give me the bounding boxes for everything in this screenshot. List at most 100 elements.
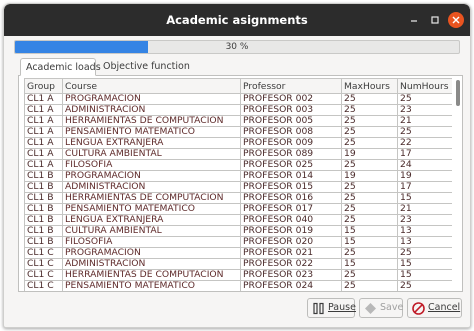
cell-maxhours: 25: [341, 159, 398, 171]
cell-group: CL1 A: [24, 159, 63, 171]
scrollbar-thumb[interactable]: [456, 80, 460, 106]
cell-group: CL1 A: [24, 115, 63, 127]
cell-course: PROGRAMACION: [62, 93, 241, 105]
cell-professor: PROFESOR 023: [240, 269, 342, 281]
cell-maxhours: 25: [341, 181, 398, 193]
close-button[interactable]: [448, 12, 464, 28]
table-row[interactable]: CL1 A FILOSOFIA PROFESOR 025 25 24: [24, 159, 452, 171]
minimize-button[interactable]: [407, 13, 421, 27]
cell-numhours: 23: [397, 104, 452, 116]
cell-maxhours: 25: [341, 137, 398, 149]
progress-label: 30 %: [225, 42, 249, 52]
table-row[interactable]: CL1 B FILOSOFIA PROFESOR 020 15 13: [24, 236, 452, 248]
pause-button[interactable]: Pause: [307, 298, 356, 318]
cell-maxhours: 25: [341, 115, 398, 127]
cell-maxhours: 15: [341, 258, 398, 270]
table-row[interactable]: CL1 B CULTURA AMBIENTAL PROFESOR 019 15 13: [24, 225, 452, 237]
cell-numhours: 24: [397, 159, 452, 171]
table-row[interactable]: CL1 A LENGUA EXTRANJERA PROFESOR 009 25 22: [24, 137, 452, 149]
cell-maxhours: 25: [341, 192, 398, 204]
table-row[interactable]: CL1 B ADMINISTRACION PROFESOR 015 25 17: [24, 181, 452, 193]
cell-maxhours: 25: [341, 214, 398, 226]
cell-group: CL1 C: [24, 247, 63, 259]
save-icon: [365, 303, 376, 314]
cell-maxhours: 25: [341, 104, 398, 116]
cell-numhours: 25: [397, 280, 452, 291]
table-row[interactable]: CL1 B HERRAMIENTAS DE COMPUTACION PROFESOR…: [24, 192, 452, 204]
cell-numhours: 23: [397, 214, 452, 226]
maximize-button[interactable]: [428, 13, 442, 27]
table-row[interactable]: CL1 C ADMINISTRACION PROFESOR 022 15 15: [24, 258, 452, 270]
cell-course: PENSAMIENTO MATEMATICO: [62, 126, 241, 138]
table-row[interactable]: CL1 A PENSAMIENTO MATEMATICO PROFESOR 008 2…: [24, 126, 452, 138]
table-row[interactable]: CL1 B LENGUA EXTRANJERA PROFESOR 040 25 23: [24, 214, 452, 226]
cell-group: CL1 C: [24, 269, 63, 281]
table-body: CL1 A PROGRAMACION PROFESOR 002 25 25 CL1 A AD…: [24, 93, 452, 291]
cell-numhours: 21: [397, 203, 452, 215]
cancel-button-label: Cancel: [428, 302, 461, 313]
minimize-icon: [411, 20, 417, 22]
cell-group: CL1 C: [24, 280, 63, 291]
cell-maxhours: 15: [341, 236, 398, 248]
table-row[interactable]: CL1 C HERRAMIENTAS DE COMPUTACION PROFESOR…: [24, 269, 452, 281]
cell-group: CL1 B: [24, 192, 63, 204]
cell-maxhours: 25: [341, 203, 398, 215]
pause-button-label: Pause: [328, 302, 356, 313]
table-row[interactable]: CL1 C PENSAMIENTO MATEMATICO PROFESOR 024 2…: [24, 280, 452, 291]
title-bar[interactable]: Academic asignments: [4, 4, 470, 36]
cell-course: PENSAMIENTO MATEMATICO: [62, 203, 241, 215]
cell-numhours: 15: [397, 192, 452, 204]
table-row[interactable]: CL1 B PROGRAMACION PROFESOR 014 19 19: [24, 170, 452, 182]
cell-maxhours: 15: [341, 225, 398, 237]
maximize-icon: [431, 16, 439, 24]
cell-numhours: 25: [397, 247, 452, 259]
cell-course: HERRAMIENTAS DE COMPUTACION: [62, 115, 241, 127]
cell-maxhours: 25: [341, 269, 398, 281]
table-row[interactable]: CL1 A HERRAMIENTAS DE COMPUTACION PROFESOR…: [24, 115, 452, 127]
cell-course: HERRAMIENTAS DE COMPUTACION: [62, 192, 241, 204]
pause-icon: [313, 302, 324, 315]
cell-numhours: 25: [397, 126, 452, 138]
cell-maxhours: 25: [341, 247, 398, 259]
cell-professor: PROFESOR 014: [240, 170, 342, 182]
save-button-label: Save: [380, 302, 404, 313]
cell-professor: PROFESOR 016: [240, 192, 342, 204]
table-row[interactable]: CL1 C PROGRAMACION PROFESOR 021 25 25: [24, 247, 452, 259]
cell-professor: PROFESOR 019: [240, 225, 342, 237]
cell-numhours: 15: [397, 258, 452, 270]
cell-course: LENGUA EXTRANJERA: [62, 137, 241, 149]
cell-professor: PROFESOR 017: [240, 203, 342, 215]
cell-group: CL1 B: [24, 203, 63, 215]
cell-maxhours: 25: [341, 93, 398, 105]
tab-objective-function[interactable]: Objective function: [98, 58, 195, 76]
column-header-maxhours[interactable]: MaxHours: [341, 78, 398, 94]
column-header-professor[interactable]: Professor: [240, 78, 342, 94]
column-header-numhours[interactable]: NumHours: [397, 78, 452, 94]
table-header-row: Group Course Professor MaxHours NumHours: [24, 78, 452, 94]
cell-numhours: 13: [397, 236, 452, 248]
cell-course: PROGRAMACION: [62, 247, 241, 259]
table-container[interactable]: Group Course Professor MaxHours NumHours…: [24, 78, 452, 291]
tab-academic-loads[interactable]: Academic loads: [20, 58, 101, 76]
cell-maxhours: 19: [341, 148, 398, 160]
cell-professor: PROFESOR 020: [240, 236, 342, 248]
column-header-course[interactable]: Course: [62, 78, 241, 94]
vertical-scrollbar[interactable]: [455, 78, 461, 289]
cell-course: ADMINISTRACION: [62, 258, 241, 270]
cell-course: FILOSOFIA: [62, 159, 241, 171]
cell-group: CL1 A: [24, 137, 63, 149]
cell-professor: PROFESOR 025: [240, 159, 342, 171]
table-row[interactable]: CL1 A ADMINISTRACION PROFESOR 003 25 23: [24, 104, 452, 116]
table-row[interactable]: CL1 B PENSAMIENTO MATEMATICO PROFESOR 017 2…: [24, 203, 452, 215]
save-button[interactable]: Save: [359, 298, 403, 318]
cell-professor: PROFESOR 015: [240, 181, 342, 193]
cell-group: CL1 C: [24, 258, 63, 270]
cell-professor: PROFESOR 089: [240, 148, 342, 160]
cell-numhours: 13: [397, 225, 452, 237]
table-row[interactable]: CL1 A CULTURA AMBIENTAL PROFESOR 089 19 17: [24, 148, 452, 160]
column-header-group[interactable]: Group: [24, 78, 63, 94]
progress-bar: 30 %: [14, 40, 460, 54]
cell-maxhours: 25: [341, 280, 398, 291]
cancel-button[interactable]: Cancel: [407, 298, 462, 318]
table-row[interactable]: CL1 A PROGRAMACION PROFESOR 002 25 25: [24, 93, 452, 105]
